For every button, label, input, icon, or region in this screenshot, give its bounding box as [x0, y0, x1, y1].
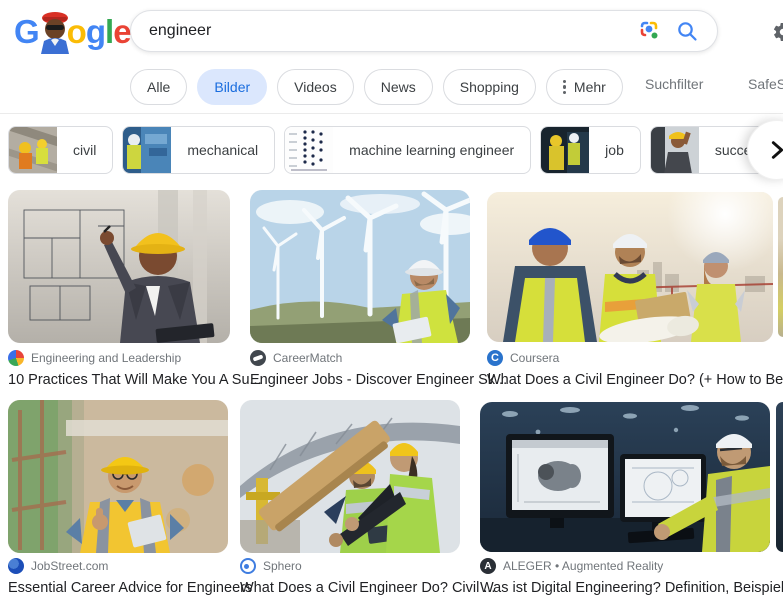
result-image-three-engineers-site[interactable] — [487, 192, 773, 342]
result-title: 10 Practices That Will Make You A Su... — [8, 372, 236, 388]
tab-videos[interactable]: Videos — [277, 69, 354, 105]
chip-thumb-successful-engineer — [651, 126, 699, 174]
partial-result-image[interactable] — [778, 197, 783, 337]
result-title: Essential Career Advice for Engineers — [8, 580, 236, 596]
chip-mechanical[interactable]: mechanical — [122, 126, 275, 174]
google-doodle-person-icon — [37, 10, 73, 54]
chip-thumb-ml-engineer — [285, 126, 333, 174]
engineering-and-leadership-favicon — [8, 350, 24, 366]
result-source: Sphero — [263, 559, 302, 573]
chip-thumb-mechanical — [123, 126, 171, 174]
chevron-right-icon — [766, 139, 783, 161]
tab-label: Shopping — [460, 79, 519, 95]
chip-machine-learning-engineer[interactable]: machine learning engineer — [284, 126, 531, 174]
header: G o g l e — [0, 0, 783, 62]
tab-label: Bilder — [214, 79, 250, 95]
tab-label: Videos — [294, 79, 337, 95]
safesearch-link[interactable]: SafeSearch — [748, 76, 783, 92]
result-caption[interactable]: C Coursera What Does a Civil Engineer Do… — [487, 350, 777, 388]
coursera-favicon: C — [487, 350, 503, 366]
search-icon[interactable] — [675, 19, 699, 43]
careermatch-favicon — [250, 350, 266, 366]
result-caption[interactable]: Sphero What Does a Civil Engineer Do? Ci… — [240, 558, 468, 596]
sphero-favicon — [240, 558, 256, 574]
result-image-tablet-engineer[interactable] — [8, 400, 228, 553]
logo-letter: l — [105, 13, 113, 51]
google-lens-icon[interactable] — [637, 19, 661, 43]
result-caption[interactable]: A ALEGER • Augmented Reality Was ist Dig… — [480, 558, 780, 596]
tab-news[interactable]: News — [364, 69, 433, 105]
chip-thumb-job — [541, 126, 589, 174]
result-image-engineers-carrying-wood[interactable] — [240, 400, 460, 553]
gear-icon[interactable] — [772, 21, 783, 43]
logo-letter: G — [14, 13, 39, 51]
result-caption[interactable]: CareerMatch Engineer Jobs - Discover Eng… — [250, 350, 478, 388]
google-images-results-page: G o g l e — [0, 0, 783, 600]
suchfilter-link[interactable]: Suchfilter — [645, 76, 703, 92]
result-caption[interactable]: Engineering and Leadership 10 Practices … — [8, 350, 236, 388]
chip-label: machine learning engineer — [333, 142, 530, 158]
result-source: JobStreet.com — [31, 559, 108, 573]
more-dots-icon — [563, 80, 567, 95]
tab-bar: Alle Bilder Videos News Shopping Mehr Su… — [0, 62, 783, 114]
result-source: CareerMatch — [273, 351, 342, 365]
partial-result-image[interactable] — [776, 402, 783, 552]
chip-civil[interactable]: civil — [8, 126, 113, 174]
chip-label: mechanical — [171, 142, 274, 158]
result-image-wind-turbine-engineer[interactable] — [250, 190, 470, 343]
aleger-favicon: A — [480, 558, 496, 574]
tab-alle[interactable]: Alle — [130, 69, 187, 105]
chip-label: civil — [57, 142, 112, 158]
chip-label: job — [589, 142, 640, 158]
tab-label: News — [381, 79, 416, 95]
result-image-cad-workstation-engineer[interactable] — [480, 402, 770, 552]
logo-letter: e — [113, 13, 130, 51]
tab-label: Alle — [147, 79, 170, 95]
tabs: Alle Bilder Videos News Shopping Mehr — [130, 69, 623, 105]
result-title: Engineer Jobs - Discover Engineer Sk... — [250, 372, 478, 388]
related-chips-row: civil mechanical — [0, 120, 783, 182]
tab-shopping[interactable]: Shopping — [443, 69, 536, 105]
chips: civil mechanical — [8, 126, 783, 174]
tab-label: Mehr — [574, 79, 606, 95]
jobstreet-favicon — [8, 558, 24, 574]
result-title: What Does a Civil Engineer Do? (+ How to… — [487, 372, 777, 388]
result-caption[interactable]: JobStreet.com Essential Career Advice fo… — [8, 558, 236, 596]
search-input[interactable] — [149, 22, 623, 40]
tab-mehr[interactable]: Mehr — [546, 69, 623, 105]
result-title: Was ist Digital Engineering? Definition,… — [480, 580, 780, 596]
chip-thumb-civil — [9, 126, 57, 174]
result-source: Engineering and Leadership — [31, 351, 181, 365]
result-source: ALEGER • Augmented Reality — [503, 559, 663, 573]
tab-bilder[interactable]: Bilder — [197, 69, 267, 105]
chip-job[interactable]: job — [540, 126, 641, 174]
logo-letter: g — [86, 13, 105, 51]
result-source: Coursera — [510, 351, 559, 365]
result-title: What Does a Civil Engineer Do? Civil ... — [240, 580, 468, 596]
google-logo[interactable]: G o g l e — [14, 10, 131, 54]
search-bar[interactable] — [130, 10, 718, 52]
result-image-blueprint-engineer[interactable] — [8, 190, 230, 343]
